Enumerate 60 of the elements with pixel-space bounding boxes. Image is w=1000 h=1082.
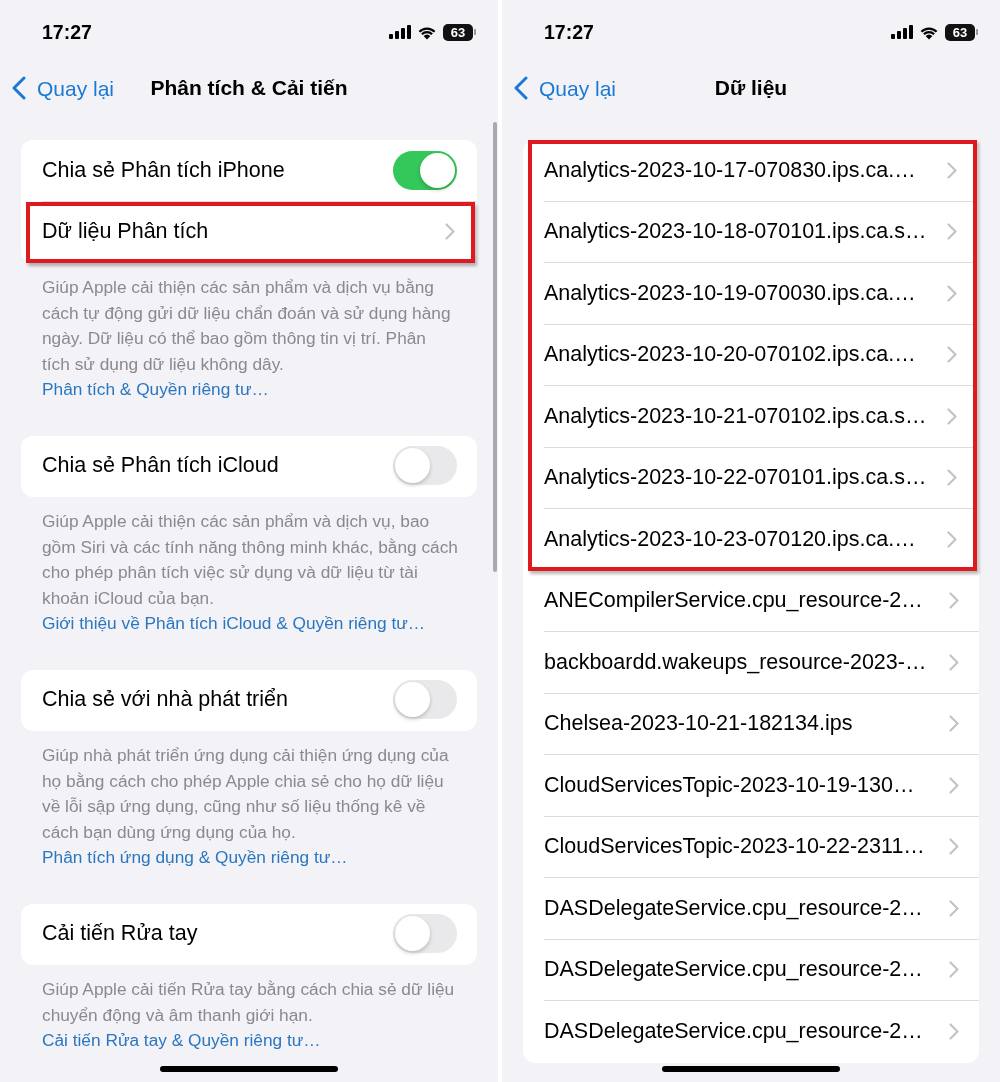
toggle-switch[interactable] bbox=[393, 150, 457, 190]
list-item[interactable]: Analytics-2023-10-20-070102.ips.ca.… bbox=[528, 324, 977, 386]
list-item[interactable]: Analytics-2023-10-18-070101.ips.ca.s… bbox=[528, 201, 977, 263]
chevron-right-icon bbox=[949, 1022, 959, 1040]
list-item[interactable]: DASDelegateService.cpu_resource-2… bbox=[523, 1001, 979, 1063]
chevron-right-icon bbox=[949, 899, 959, 917]
back-button[interactable]: Quay lại bbox=[0, 75, 115, 101]
signal-icon bbox=[891, 25, 913, 39]
footer-link[interactable]: Cải tiến Rửa tay & Quyền riêng tư… bbox=[42, 1030, 321, 1050]
chevron-right-icon bbox=[947, 530, 957, 548]
list-item[interactable]: backboardd.wakeups_resource-2023-… bbox=[523, 632, 979, 694]
battery-indicator: 63 bbox=[945, 23, 978, 41]
toggle-switch[interactable] bbox=[393, 680, 457, 720]
chevron-right-icon bbox=[947, 223, 957, 241]
footer-link[interactable]: Phân tích ứng dụng & Quyền riêng tư… bbox=[42, 847, 348, 867]
list-item[interactable]: Analytics-2023-10-23-070120.ips.ca.… bbox=[528, 509, 977, 571]
back-button[interactable]: Quay lại bbox=[502, 75, 617, 101]
toggle-label: Cải tiến Rửa tay bbox=[42, 921, 198, 947]
chevron-left-icon bbox=[12, 76, 26, 100]
toggle-label: Chia sẻ Phân tích iPhone bbox=[42, 157, 285, 183]
chevron-right-icon bbox=[949, 653, 959, 671]
chevron-right-icon bbox=[949, 961, 959, 979]
list-item[interactable]: DASDelegateService.cpu_resource-2… bbox=[523, 939, 979, 1001]
list-item[interactable]: Dữ liệu Phân tích bbox=[26, 201, 475, 263]
list-item[interactable]: Chelsea-2023-10-21-182134.ips bbox=[523, 693, 979, 755]
toggle-switch[interactable] bbox=[393, 446, 457, 486]
chevron-right-icon bbox=[947, 469, 957, 487]
list-item[interactable]: Analytics-2023-10-22-070101.ips.ca.s… bbox=[528, 447, 977, 509]
list-item[interactable]: Analytics-2023-10-17-070830.ips.ca.… bbox=[528, 140, 977, 202]
chevron-right-icon bbox=[445, 223, 455, 241]
footer-text: Giúp Apple cải thiện các sản phẩm và dịch vụ, bao gồm Siri và các tính năng thông minh khác, bằng cách cho phép phân tích việc sử dụng và dữ liệu từ tài khoản iCloud của bạn. Giới thiệu về Phân tích iCloud & Quyền riêng tư… bbox=[41, 510, 459, 635]
footer-link[interactable]: Phân tích & Quyền riêng tư… bbox=[42, 379, 269, 399]
footer-text: Giúp Apple cải tiến Rửa tay bằng cách chia sẻ dữ liệu chuyển động và âm thanh giới hạn. Cải tiến Rửa tay & Quyền riêng tư… bbox=[41, 978, 456, 1052]
chevron-right-icon bbox=[947, 346, 957, 364]
chevron-right-icon bbox=[949, 715, 959, 733]
footer-link[interactable]: Giới thiệu về Phân tích iCloud & Quyền riêng tư… bbox=[42, 613, 426, 633]
list-item[interactable]: Analytics-2023-10-19-070030.ips.ca.… bbox=[528, 263, 977, 325]
list-item[interactable]: CloudServicesTopic-2023-10-19-130… bbox=[523, 755, 979, 817]
list-item[interactable]: DASDelegateService.cpu_resource-2… bbox=[523, 878, 979, 940]
chevron-right-icon bbox=[947, 284, 957, 302]
footer-text: Giúp nhà phát triển ứng dụng cải thiện ứng dụng của họ bằng cách cho phép Apple chia sẻ cho họ dữ liệu về lỗi sập ứng dụng, cũng như số liệu thống kê về cách bạn dùng ứng dụng của họ. Phân tích ứng dụng & Quyền riêng tư… bbox=[41, 744, 450, 869]
nav-title: Phân tích & Cải tiến bbox=[150, 76, 348, 100]
battery-indicator: 63 bbox=[443, 23, 476, 41]
list-item[interactable]: CloudServicesTopic-2023-10-22-2311… bbox=[523, 816, 979, 878]
status-time: 17:27 bbox=[544, 20, 594, 44]
toggle-switch[interactable] bbox=[393, 914, 457, 954]
toggle-label: Chia sẻ với nhà phát triển bbox=[42, 687, 288, 713]
list-item[interactable]: Analytics-2023-10-21-070102.ips.ca.s… bbox=[528, 386, 977, 448]
list-item[interactable]: ANECompilerService.cpu_resource-2… bbox=[523, 570, 979, 632]
footer-text: Giúp Apple cải thiện các sản phẩm và dịch vụ bằng cách tự động gửi dữ liệu chẩn đoán và sử dụng hàng ngày. Dữ liệu có thể bao gồm thông tin vị trí. Phân tích sử dụng dữ liệu không dây. Phân tích & Quyền riêng tư… bbox=[41, 276, 452, 401]
status-time: 17:27 bbox=[42, 20, 92, 44]
nav-title: Dữ liệu bbox=[714, 76, 788, 100]
chevron-left-icon bbox=[514, 76, 528, 100]
chevron-right-icon bbox=[947, 161, 957, 179]
chevron-right-icon bbox=[949, 592, 959, 610]
chevron-right-icon bbox=[947, 407, 957, 425]
signal-icon bbox=[389, 25, 411, 39]
chevron-right-icon bbox=[949, 838, 959, 856]
toggle-label: Chia sẻ Phân tích iCloud bbox=[42, 453, 279, 479]
chevron-right-icon bbox=[949, 776, 959, 794]
